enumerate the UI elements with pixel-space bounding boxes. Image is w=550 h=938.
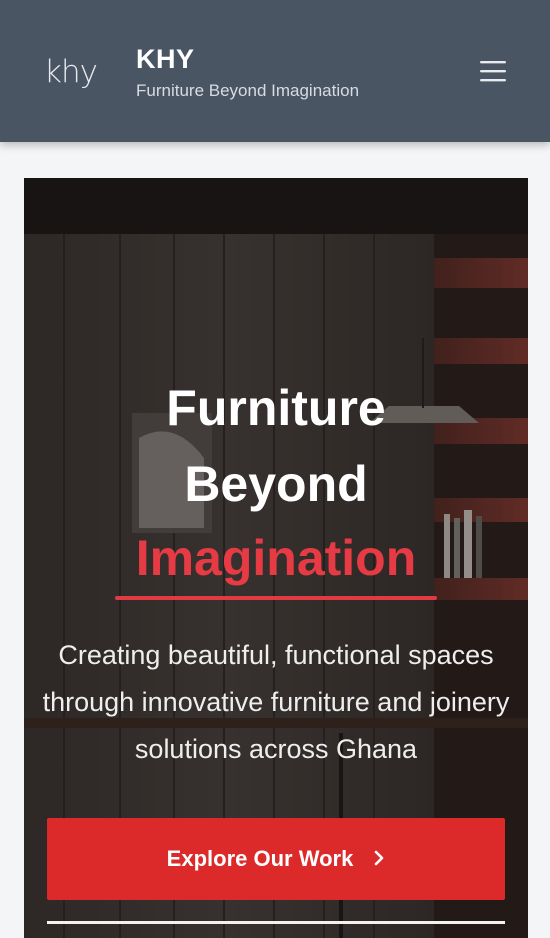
explore-our-work-button[interactable]: Explore Our Work bbox=[47, 818, 505, 900]
hero-section: Furniture Beyond Imagination Creating be… bbox=[24, 178, 528, 938]
hamburger-menu-icon bbox=[480, 61, 506, 82]
menu-button[interactable] bbox=[476, 55, 510, 87]
site-header: khy KHY Furniture Beyond Imagination bbox=[0, 0, 550, 142]
headline-accent: Imagination bbox=[135, 530, 417, 586]
headline-line-2: Beyond bbox=[184, 456, 368, 512]
secondary-button-edge[interactable] bbox=[47, 921, 505, 924]
cta-label: Explore Our Work bbox=[166, 846, 354, 871]
chevron-right-icon bbox=[373, 846, 385, 872]
headline-line-1: Furniture bbox=[166, 380, 386, 436]
hero-subtext: Creating beautiful, functional spaces th… bbox=[42, 640, 510, 764]
accent-underline bbox=[115, 596, 437, 600]
hero-content: Furniture Beyond Imagination Creating be… bbox=[24, 178, 528, 938]
brand-title[interactable]: KHY bbox=[136, 44, 195, 75]
khy-logo[interactable]: khy bbox=[44, 50, 98, 94]
brand-tagline: Furniture Beyond Imagination bbox=[136, 81, 360, 100]
